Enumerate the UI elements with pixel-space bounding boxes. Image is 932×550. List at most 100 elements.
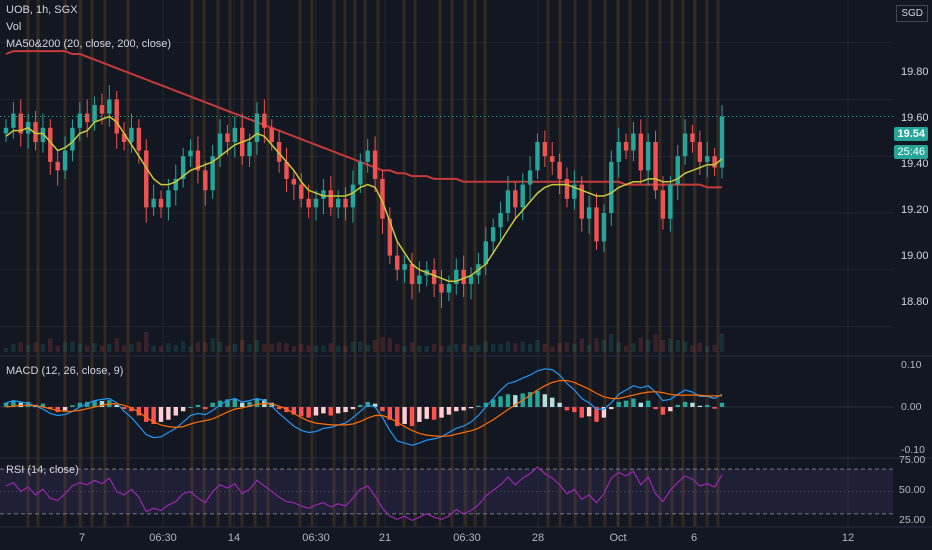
- volume-bar: [594, 338, 599, 352]
- candle-body: [682, 133, 688, 157]
- session-highlights: [26, 0, 720, 527]
- macd-hist-bar: [239, 402, 245, 407]
- volume-bar: [572, 344, 577, 352]
- macd-hist-bar: [210, 402, 215, 407]
- ma-legend[interactable]: MA50&200 (20, close, 200, close): [6, 38, 171, 50]
- candle-body: [513, 190, 518, 208]
- grid-lines: [0, 0, 893, 527]
- volume-bar: [269, 344, 274, 352]
- session-bar: [658, 0, 662, 527]
- candle-body: [358, 161, 363, 185]
- candle-body: [564, 178, 570, 199]
- candle-body: [92, 105, 97, 123]
- time-tick: 7: [78, 532, 86, 544]
- candle-body: [335, 198, 341, 208]
- volume-bar: [276, 342, 282, 352]
- session-bar: [363, 0, 367, 527]
- candle-body: [417, 275, 422, 284]
- macd-hist-bar: [645, 400, 651, 407]
- time-tick: 12: [841, 532, 855, 544]
- candle-body: [653, 142, 658, 191]
- macd-hist-bar: [380, 407, 385, 412]
- volume-bar: [520, 341, 525, 352]
- session-bar: [126, 0, 130, 527]
- candle-body: [247, 142, 252, 157]
- rsi-legend[interactable]: RSI (14, close): [6, 464, 79, 476]
- volume-bar: [705, 346, 710, 352]
- volume-bar: [579, 338, 584, 352]
- volume-bar: [409, 342, 415, 352]
- macd-hist-bar: [638, 402, 644, 407]
- candle-body: [158, 198, 164, 208]
- candle-body: [594, 207, 599, 242]
- candlesticks[interactable]: [0, 85, 893, 308]
- volume-bar: [638, 337, 644, 352]
- macd-legend[interactable]: MACD (12, 26, close, 9): [6, 365, 123, 377]
- volume-bar: [350, 341, 356, 352]
- currency-button[interactable]: SGD: [896, 5, 928, 22]
- candle-body: [343, 198, 348, 208]
- volume-bar: [33, 342, 38, 352]
- candle-body: [269, 127, 274, 142]
- volume-bar: [158, 345, 164, 352]
- session-bar: [78, 0, 82, 527]
- volume-bar: [424, 346, 429, 352]
- candle-body: [217, 133, 223, 157]
- rsi-tick: 25.00: [899, 514, 926, 526]
- session-bar: [693, 0, 697, 527]
- volume-bar: [18, 342, 23, 352]
- session-bar: [63, 0, 67, 527]
- macd-hist-bar: [660, 407, 666, 415]
- volume-bar: [114, 338, 119, 352]
- macd-hist-bar: [454, 407, 459, 412]
- candle-body: [62, 150, 68, 171]
- session-bar: [645, 0, 649, 527]
- volume-bar: [107, 344, 112, 352]
- candle-body: [299, 184, 304, 199]
- session-bar: [228, 0, 232, 527]
- session-bar: [546, 0, 550, 527]
- volume-bar: [92, 343, 97, 352]
- volume-bar: [395, 344, 400, 352]
- candle-body: [291, 178, 297, 185]
- volume-bar: [505, 341, 511, 352]
- candle-body: [409, 264, 415, 284]
- candle-body: [372, 150, 378, 179]
- macd-hist-bar: [431, 407, 437, 420]
- candle-body: [712, 156, 717, 168]
- volume-legend[interactable]: Vol: [6, 21, 21, 33]
- candle-body: [313, 198, 319, 208]
- session-bar: [332, 0, 336, 527]
- candle-body: [77, 113, 83, 128]
- candle-body: [505, 190, 511, 213]
- candle-body: [402, 264, 407, 270]
- volume-bar: [11, 344, 16, 352]
- volume-bar: [557, 343, 562, 352]
- volume-bar: [262, 344, 267, 352]
- candle-body: [527, 170, 533, 185]
- candle-body: [350, 184, 356, 208]
- session-bar: [90, 0, 94, 527]
- macd-pane[interactable]: [0, 368, 893, 446]
- macd-hist-bar: [299, 407, 304, 417]
- price-tick: 19.40: [901, 158, 929, 170]
- time-tick: 06:30: [302, 532, 330, 544]
- volume-bar: [468, 345, 474, 352]
- volume-bar: [454, 344, 459, 352]
- candle-body: [225, 133, 230, 142]
- macd-hist-bar: [705, 404, 710, 407]
- session-bar: [216, 0, 220, 527]
- volume-bar: [232, 344, 238, 352]
- macd-hist-bar: [335, 407, 341, 414]
- session-bar: [26, 0, 30, 527]
- volume-bar: [461, 344, 466, 352]
- rsi-pane[interactable]: [0, 466, 893, 522]
- volume-bar: [690, 345, 695, 352]
- session-bar: [628, 0, 632, 527]
- symbol-header[interactable]: UOB, 1h, SGX: [6, 4, 78, 16]
- session-bar: [450, 0, 454, 527]
- session-bar: [202, 0, 206, 527]
- volume-bar: [284, 343, 289, 352]
- volume-bar: [225, 345, 230, 352]
- volume-bar: [203, 342, 208, 352]
